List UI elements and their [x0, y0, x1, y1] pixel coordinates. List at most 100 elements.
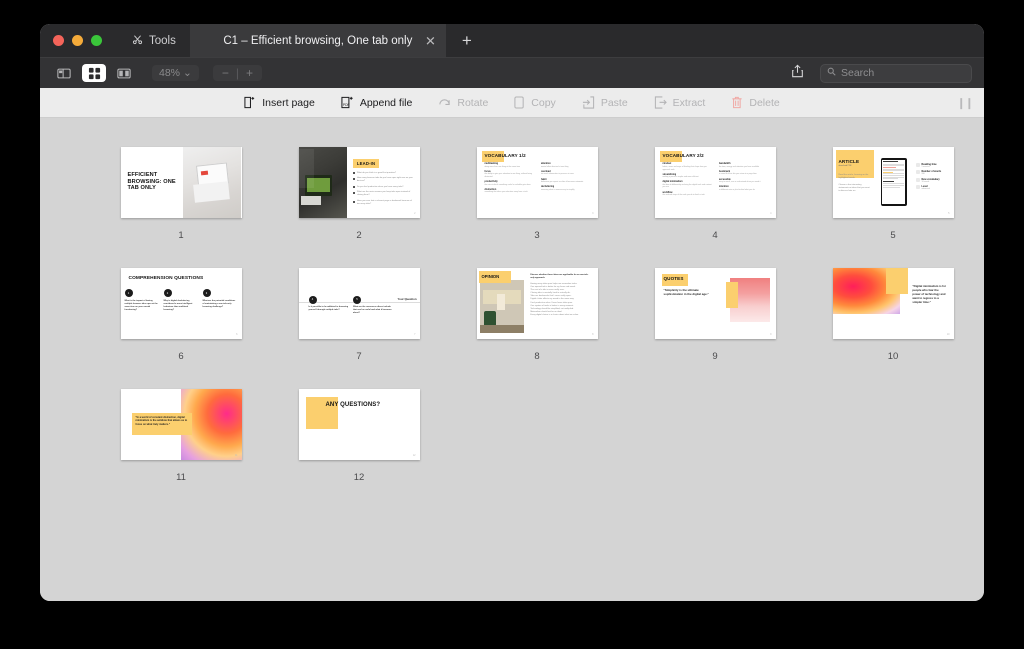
zoom-level-dropdown[interactable]: 48% ⌄ — [152, 65, 199, 81]
slide-badge: OPINION — [481, 274, 500, 279]
thumbnail-cell[interactable]: 4 Is it possible to be addicted to brows… — [270, 263, 448, 384]
opinion-prompt: Discuss whether these ideas are applicab… — [530, 273, 589, 279]
slide-thumbnail-11[interactable]: "In a world of constant distraction, dig… — [120, 388, 242, 460]
stepper-divider: | — [235, 66, 239, 80]
zoom-level-value: 48% — [159, 67, 181, 79]
slide-thumbnail-5[interactable]: ARTICLE download PDF Read the article, f… — [832, 146, 954, 218]
step-marker: 3 — [202, 289, 211, 298]
document-tab[interactable]: C1 – Efficient browsing, One tab only ✕ — [189, 24, 446, 57]
extract-icon — [654, 96, 667, 109]
close-tab-icon[interactable]: ✕ — [425, 34, 436, 47]
vocab-column-right: bandwidth the time, energy and attention… — [719, 163, 769, 199]
thumbnail-frame: VOCABULARY 2/2 mindset habits, views and… — [626, 142, 804, 222]
thumbnail-cell[interactable]: "In a world of constant distraction, dig… — [92, 384, 270, 505]
page-number-label: 6 — [178, 351, 184, 362]
share-icon[interactable] — [791, 64, 804, 83]
grid-view-icon[interactable] — [82, 64, 106, 82]
thumbnail-frame: 4 Is it possible to be addicted to brows… — [270, 263, 448, 343]
vocab-definition: making a process simpler and more effici… — [662, 176, 699, 179]
slide-corner-number: 10 — [946, 332, 950, 336]
thumbnail-cell[interactable]: OPINION Discuss whether these ideas are … — [448, 263, 626, 384]
slide-thumbnail-10[interactable]: "Digital minimalism is for people who fe… — [832, 267, 954, 339]
zoom-in-button[interactable]: + — [246, 66, 253, 80]
toolbar-overflow-handle[interactable]: ❙❙ — [957, 96, 974, 109]
slide-thumbnail-12[interactable]: ANY QUESTIONS? 12 — [298, 388, 420, 460]
vocab-definition: the time, energy and attention you have … — [719, 165, 760, 168]
page-action-bar: Insert page PDF Append file Rotate Copy … — [40, 88, 984, 118]
delete-button[interactable]: Delete — [731, 96, 780, 109]
slide-thumbnail-7[interactable]: 4 Is it possible to be addicted to brows… — [298, 267, 420, 339]
chevron-down-icon: ⌄ — [183, 67, 192, 79]
close-window-button[interactable] — [53, 35, 64, 46]
step-marker: 1 — [124, 289, 133, 298]
thumbnail-cell[interactable]: ARTICLE download PDF Read the article, f… — [804, 142, 982, 263]
vocab-definition: mental effort directed at one thing — [541, 165, 569, 168]
copy-icon — [514, 96, 525, 109]
insert-page-icon — [244, 96, 256, 109]
vocab-definition: the idea of deliberately reducing the di… — [662, 183, 712, 189]
paste-icon — [582, 96, 595, 109]
extract-button[interactable]: Extract — [654, 96, 705, 109]
thumbnail-frame: ARTICLE download PDF Read the article, f… — [804, 142, 982, 222]
thumbnail-cell[interactable]: LEAD-IN What do you think is a good firs… — [270, 142, 448, 263]
thumbnail-cell[interactable]: QUOTES "Simplicity is the ultimate sophi… — [626, 263, 804, 384]
sidebar-view-icon[interactable] — [52, 64, 76, 82]
slide-badge: VOCABULARY 1/2 — [484, 152, 526, 158]
vocab-column-left: multitasking doing more than one thing a… — [485, 163, 535, 196]
slide-corner-number: 5 — [948, 211, 950, 215]
step-marker: 4 — [308, 295, 317, 304]
slide-thumbnail-6[interactable]: COMPREHENSION QUESTIONS 1 What is the im… — [120, 267, 242, 339]
thumbnail-cell[interactable]: COMPREHENSION QUESTIONS 1 What is the im… — [92, 263, 270, 384]
slide-thumbnail-2[interactable]: LEAD-IN What do you think is a good firs… — [298, 146, 420, 218]
slide-corner-number: 4 — [770, 211, 772, 215]
thumbnail-cell[interactable]: VOCABULARY 1/2 multitasking doing more t… — [448, 142, 626, 263]
slide-badge: QUOTES — [663, 275, 684, 281]
two-page-view-icon[interactable] — [112, 64, 136, 82]
minimize-window-button[interactable] — [72, 35, 83, 46]
slide-thumbnail-9[interactable]: QUOTES "Simplicity is the ultimate sophi… — [654, 267, 776, 339]
step-marker: 2 — [163, 289, 172, 298]
clock-icon — [915, 162, 920, 167]
append-file-button[interactable]: PDF Append file — [341, 96, 413, 109]
paste-button[interactable]: Paste — [582, 96, 628, 109]
vocab-definition: the ability to give your attention to on… — [484, 173, 532, 179]
slide-thumbnail-3[interactable]: VOCABULARY 1/2 multitasking doing more t… — [476, 146, 598, 218]
zoom-out-button[interactable]: − — [222, 66, 229, 80]
insert-page-button[interactable]: Insert page — [244, 96, 315, 109]
slide-title: EFFICIENT BROWSING: ONE TAB ONLY — [127, 171, 176, 192]
thumbnail-cell[interactable]: VOCABULARY 2/2 mindset habits, views and… — [626, 142, 804, 263]
thumbnail-frame: LEAD-IN What do you think is a good firs… — [270, 142, 448, 222]
vocab-column-left: mindset habits, views and ways of thinki… — [663, 163, 713, 199]
search-input[interactable]: Search — [820, 63, 972, 83]
thumbnail-cell[interactable]: EFFICIENT BROWSING: ONE TAB ONLY 1 — [92, 142, 270, 263]
zoom-stepper[interactable]: − | + — [212, 65, 262, 81]
slide-thumbnail-4[interactable]: VOCABULARY 2/2 mindset habits, views and… — [654, 146, 776, 218]
slide-badge-sub: download PDF — [838, 165, 852, 168]
page-number-label: 4 — [712, 230, 718, 241]
article-stats: Reading time 5 minutes Number of words 980… — [914, 147, 954, 218]
article-note: Read the article, focusing on the highli… — [838, 174, 869, 180]
stat-item: Reading time 5 minutes — [915, 162, 950, 168]
append-file-label: Append file — [359, 96, 413, 109]
page-thumbnail-canvas[interactable]: EFFICIENT BROWSING: ONE TAB ONLY 1 LEAD-… — [40, 118, 984, 601]
slide-corner-number: 12 — [412, 453, 416, 457]
thumbnail-frame: EFFICIENT BROWSING: ONE TAB ONLY — [92, 142, 270, 222]
slide-title: ANY QUESTIONS? — [325, 401, 381, 408]
slide-thumbnail-1[interactable]: EFFICIENT BROWSING: ONE TAB ONLY — [120, 146, 242, 218]
thumbnail-cell[interactable]: "Digital minimalism is for people who fe… — [804, 263, 982, 384]
bullet-item: Have you ever lost a relevant page or bo… — [356, 199, 412, 206]
copy-button[interactable]: Copy — [514, 96, 556, 109]
thumbnail-cell[interactable]: ANY QUESTIONS? 12 12 — [270, 384, 448, 505]
rotate-button[interactable]: Rotate — [438, 97, 488, 109]
scissors-icon — [132, 34, 143, 48]
search-icon — [827, 67, 836, 79]
slide-corner-number: 11 — [235, 453, 238, 457]
tools-menu-button[interactable]: Tools — [132, 34, 176, 48]
thumbnail-frame: COMPREHENSION QUESTIONS 1 What is the im… — [92, 263, 270, 343]
svg-text:PDF: PDF — [343, 103, 350, 107]
maximize-window-button[interactable] — [91, 35, 102, 46]
question-text: Why is digital decluttering considered a… — [163, 299, 193, 312]
document-tab-title: C1 – Efficient browsing, One tab only — [223, 34, 413, 47]
new-tab-button[interactable]: + — [462, 32, 472, 49]
slide-thumbnail-8[interactable]: OPINION Discuss whether these ideas are … — [476, 267, 598, 339]
